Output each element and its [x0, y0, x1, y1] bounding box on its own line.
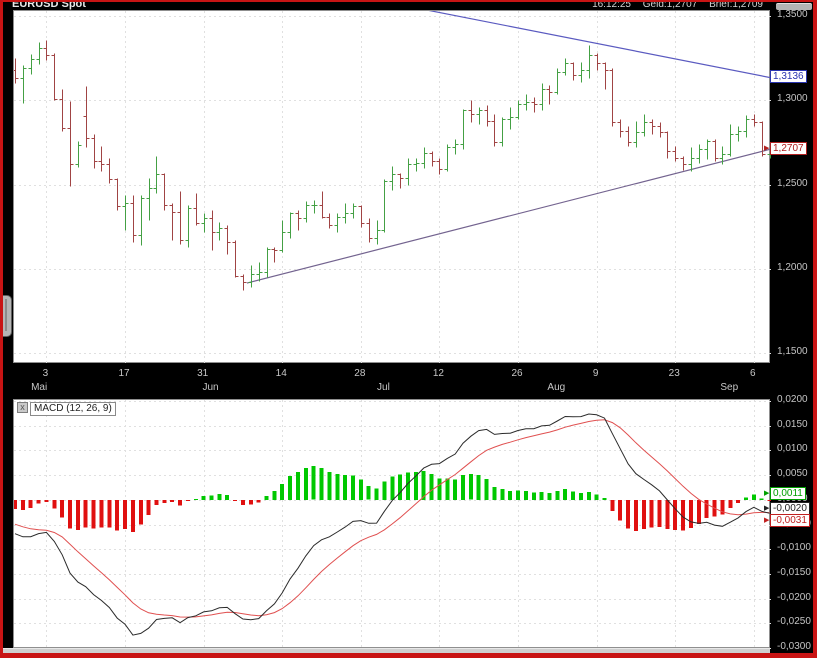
axis-tick-label: 0,0050	[777, 468, 808, 479]
axis-tick-label: 0,0100	[777, 443, 808, 454]
window-border	[0, 653, 817, 658]
axis-tick-label: Aug	[547, 382, 565, 393]
last-price-marker: ▶1,2707	[770, 142, 807, 155]
axis-tick-label: 1,3500	[777, 9, 808, 20]
axis-tick-label: -0,0150	[777, 567, 811, 578]
window-border	[813, 0, 817, 658]
price-y-axis: 1,3500 1,3000 1,2500 1,2000 1,1500	[770, 10, 816, 363]
trendline-value-marker: 1,3136	[770, 70, 807, 83]
axis-tick-label: 0,0150	[777, 419, 808, 430]
axis-tick-label: 1,2000	[777, 262, 808, 273]
date-x-axis: 3 17 31 14 28 12 26 9 23 6 Mai Jun Jul Aug Sep	[13, 363, 770, 399]
axis-tick-label: 9	[593, 368, 599, 379]
panel-splitter-handle[interactable]	[3, 295, 12, 337]
macd-canvas	[14, 400, 769, 649]
axis-tick-label: -0,0250	[777, 616, 811, 627]
axis-tick-label: 28	[354, 368, 365, 379]
axis-tick-label: 14	[276, 368, 287, 379]
axis-tick-label: 1,3000	[777, 93, 808, 104]
chart-window: EURUSD Spot 16:12:25 Geld:1,2707 Brief:1…	[0, 0, 817, 658]
marker-arrow-icon: ▶	[764, 489, 769, 498]
axis-tick-label: 23	[669, 368, 680, 379]
window-border	[0, 0, 817, 2]
window-border	[0, 0, 3, 658]
marker-arrow-icon: ▶	[764, 504, 769, 513]
axis-tick-label: 31	[197, 368, 208, 379]
axis-tick-label: Jun	[202, 382, 218, 393]
macd-histogram-marker: ▶0,0011	[770, 487, 806, 500]
axis-tick-label: 6	[750, 368, 756, 379]
axis-tick-label: -0,0200	[777, 592, 811, 603]
marker-arrow-icon: ▶	[764, 144, 769, 153]
axis-tick-label: 1,2500	[777, 178, 808, 189]
axis-tick-label: 17	[118, 368, 129, 379]
price-chart-plot[interactable]	[13, 10, 770, 363]
axis-tick-label: Mai	[31, 382, 47, 393]
axis-tick-label: -0,0300	[777, 641, 811, 652]
marker-arrow-icon: ▶	[764, 516, 769, 525]
axis-tick-label: 3	[43, 368, 49, 379]
scrollbar-handle[interactable]	[776, 3, 812, 10]
axis-tick-label: Sep	[720, 382, 738, 393]
axis-tick-label: 1,1500	[777, 346, 808, 357]
axis-tick-label: -0,0100	[777, 542, 811, 553]
axis-tick-label: 26	[511, 368, 522, 379]
macd-signal-marker: ▶-0,0031	[770, 514, 810, 527]
axis-tick-label: Jul	[377, 382, 390, 393]
macd-indicator-label[interactable]: MACD (12, 26, 9)	[30, 402, 116, 416]
axis-tick-label: 0,0200	[777, 394, 808, 405]
close-icon[interactable]: x	[17, 402, 28, 413]
axis-tick-label: 12	[433, 368, 444, 379]
macd-indicator-header: x MACD (12, 26, 9)	[17, 402, 116, 416]
price-chart-canvas	[14, 11, 769, 364]
macd-plot[interactable]	[13, 399, 770, 648]
